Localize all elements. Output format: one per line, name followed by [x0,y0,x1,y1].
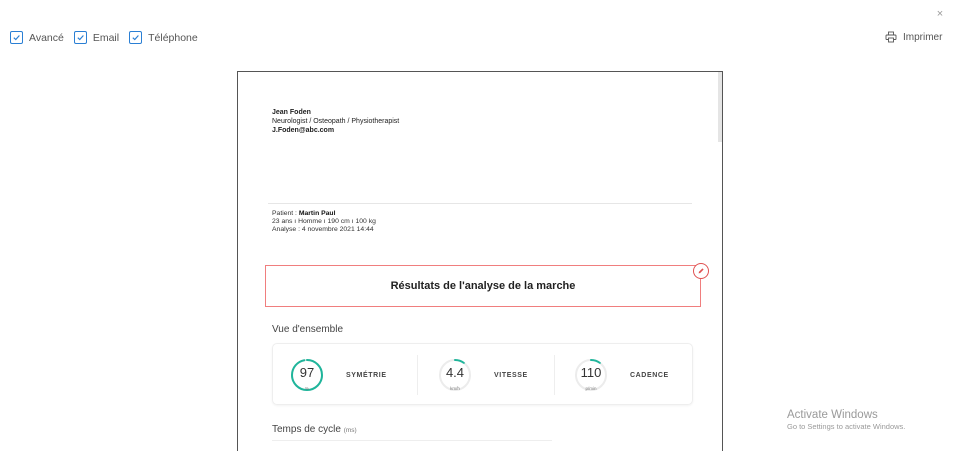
overview-title: Vue d'ensemble [272,324,344,335]
option-email-label: Email [92,31,120,44]
print-label: Imprimer [903,31,943,43]
symetrie-unit: % [304,386,309,391]
checkbox-email[interactable] [73,31,87,44]
symetrie-label: SYMÉTRIE [346,371,387,379]
patient-details: 23 ans ı Homme ı 190 cm ı 100 kg [272,218,376,225]
watermark-line1: Activate Windows [787,409,878,421]
close-button[interactable]: × [934,8,946,20]
checkbox-avance[interactable] [10,31,23,44]
analysis-date: Analyse : 4 novembre 2021 14:44 [272,226,374,233]
cycle-title: Temps de cycle (ms) [272,424,357,435]
option-telephone[interactable]: Téléphone [129,31,198,44]
cadence-unit: p/min [585,386,597,391]
option-avance[interactable]: Avancé [10,31,64,44]
vitesse-value: 4.4 [445,365,465,380]
doctor-name: Jean Foden [272,109,311,116]
symetrie-gauge: 97 % [290,358,324,392]
printer-icon [885,31,897,43]
option-email[interactable]: Email [73,31,120,44]
overview-card: 97 % SYMÉTRIE 4.4 km/h VITESSE 110 p/min… [272,343,693,405]
option-telephone-label: Téléphone [148,31,198,44]
cycle-unit: (ms) [343,427,357,434]
checkbox-telephone[interactable] [129,31,143,44]
check-icon [77,35,84,41]
vitesse-label: VITESSE [494,371,528,379]
report-title: Résultats de l'analyse de la marche [390,280,576,292]
cadence-label: CADENCE [630,371,669,379]
cycle-chart-frame [272,440,552,441]
check-icon [13,35,20,41]
metric-divider [554,355,555,395]
preview-scrollbar[interactable] [718,72,722,142]
metric-divider [417,355,418,395]
report-options: Avancé Email Téléphone [10,31,198,44]
cadence-value: 110 [580,365,602,380]
check-icon [132,35,139,41]
cadence-gauge: 110 p/min [574,358,608,392]
doctor-info: Jean Foden Neurologist / Osteopath / Phy… [272,108,399,135]
patient-info: Patient : Martin Paul 23 ans ı Homme ı 1… [272,210,376,234]
metric-cadence: 110 p/min CADENCE [574,344,669,406]
report-title-box: Résultats de l'analyse de la marche [265,265,701,307]
report-preview[interactable]: Jean Foden Neurologist / Osteopath / Phy… [237,71,723,451]
pencil-icon [698,268,704,274]
doctor-title: Neurologist / Osteopath / Physiotherapis… [272,118,400,125]
metric-symetrie: 97 % SYMÉTRIE [290,344,387,406]
symetrie-value: 97 [299,365,315,380]
metric-vitesse: 4.4 km/h VITESSE [438,344,528,406]
edit-title-button[interactable] [693,263,709,279]
separator [268,203,692,204]
doctor-email: J.Foden@abc.com [272,127,335,134]
patient-label: Patient : [272,210,299,217]
option-avance-label: Avancé [29,31,64,44]
vitesse-unit: km/h [450,386,460,391]
activate-windows-watermark: Activate Windows Go to Settings to activ… [787,409,905,431]
patient-name: Martin Paul [298,210,336,217]
watermark-line2: Go to Settings to activate Windows. [787,422,906,431]
print-button[interactable]: Imprimer [885,31,942,43]
cycle-title-text: Temps de cycle [272,424,341,435]
vitesse-gauge: 4.4 km/h [438,358,472,392]
